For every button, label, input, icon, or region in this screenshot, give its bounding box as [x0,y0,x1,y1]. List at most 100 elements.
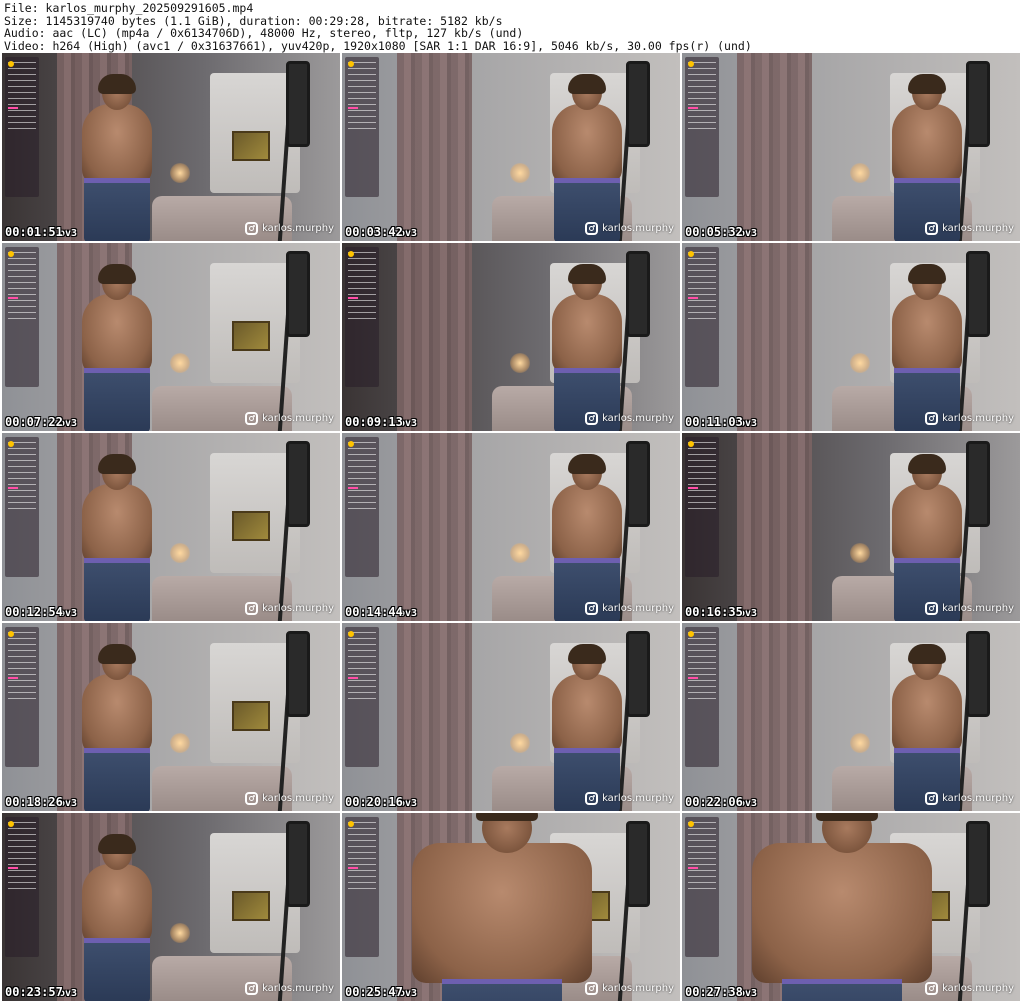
thumbnail-timestamp: 00:16:35 [685,605,743,619]
thumbnail-frame-image [342,243,680,431]
instagram-icon [245,412,259,425]
watermark-handle: karlos.murphy [942,603,1014,614]
person-figure [542,74,632,241]
thumbnail-frame-image [2,433,340,621]
instagram-icon [925,982,939,995]
watermark: karlos.murphy [245,792,334,805]
thumbnail-timestamp: 00:05:32 [685,225,743,239]
thumbnail-frame-image [682,623,1020,811]
thumbnail-timestamp: 00:20:16 [345,795,403,809]
person-figure [72,264,162,431]
person-figure [402,813,602,1001]
stream-overlay-panel [685,247,719,387]
watermark: karlos.murphy [585,602,674,615]
video-thumbnail: karlos.murphy ov3 00:09:13 [342,243,680,431]
thumbnail-timestamp: 00:23:57 [5,985,63,999]
thumbnail-timestamp: 00:18:26 [5,795,63,809]
watermark: karlos.murphy [585,412,674,425]
person-figure [882,264,972,431]
stream-overlay-panel [685,627,719,767]
instagram-icon [245,982,259,995]
video-thumbnail: karlos.murphy ov3 00:01:51 [2,53,340,241]
stream-overlay-panel [345,437,379,577]
watermark: karlos.murphy [925,792,1014,805]
watermark: karlos.murphy [925,222,1014,235]
instagram-icon [585,982,599,995]
stream-overlay-panel [5,247,39,387]
thumbnail-frame-image [342,623,680,811]
stream-overlay-panel [5,627,39,767]
video-thumbnail: karlos.murphy ov3 00:03:42 [342,53,680,241]
watermark-handle: karlos.murphy [602,413,674,424]
person-figure [72,74,162,241]
watermark-handle: karlos.murphy [942,223,1014,234]
thumbnail-frame-image [342,433,680,621]
thumbnail-timestamp: 00:22:06 [685,795,743,809]
thumbnail-frame-image [342,53,680,241]
video-thumbnail: karlos.murphy ov3 00:05:32 [682,53,1020,241]
thumbnail-timestamp: 00:01:51 [5,225,63,239]
stream-overlay-panel [345,247,379,387]
stream-overlay-panel [685,817,719,957]
instagram-icon [585,792,599,805]
thumbnail-timestamp: 00:27:38 [685,985,743,999]
video-thumbnail: karlos.murphy ov3 00:18:26 [2,623,340,811]
person-figure [882,74,972,241]
video-thumbnail: karlos.murphy ov3 00:12:54 [2,433,340,621]
stream-overlay-panel [685,437,719,577]
watermark-handle: karlos.murphy [262,413,334,424]
person-figure [882,644,972,811]
video-thumbnail: karlos.murphy ov3 00:22:06 [682,623,1020,811]
watermark-handle: karlos.murphy [942,793,1014,804]
thumbnail-frame-image [2,813,340,1001]
person-figure [72,454,162,621]
watermark: karlos.murphy [245,412,334,425]
media-info-header: File: karlos_murphy_202509291605.mp4 Siz… [0,0,1024,52]
stream-overlay-panel [345,57,379,197]
watermark: karlos.murphy [585,792,674,805]
thumbnail-timestamp: 00:11:03 [685,415,743,429]
instagram-icon [925,222,939,235]
stream-overlay-panel [345,817,379,957]
video-thumbnail: karlos.murphy ov3 00:16:35 [682,433,1020,621]
watermark: karlos.murphy [925,602,1014,615]
stream-overlay-panel [5,817,39,957]
instagram-icon [585,602,599,615]
watermark-handle: karlos.murphy [602,603,674,614]
video-thumbnail: karlos.murphy ov3 00:07:22 [2,243,340,431]
instagram-icon [245,602,259,615]
stream-overlay-panel [5,437,39,577]
instagram-icon [925,412,939,425]
watermark-handle: karlos.murphy [942,413,1014,424]
thumbnail-frame-image [682,813,1020,1001]
thumbnail-frame-image [2,623,340,811]
thumbnail-frame-image [2,53,340,241]
thumbnail-timestamp: 00:09:13 [345,415,403,429]
thumbnail-timestamp: 00:12:54 [5,605,63,619]
watermark-handle: karlos.murphy [262,603,334,614]
video-thumbnail: karlos.murphy ov3 00:11:03 [682,243,1020,431]
video-thumbnail: karlos.murphy ov3 00:25:47 [342,813,680,1001]
thumbnail-frame-image [342,813,680,1001]
watermark: karlos.murphy [585,982,674,995]
watermark-handle: karlos.murphy [262,983,334,994]
video-thumbnail: karlos.murphy ov3 00:14:44 [342,433,680,621]
thumbnail-frame-image [682,433,1020,621]
person-figure [72,644,162,811]
audio-info-line: Audio: aac (LC) (mp4a / 0x6134706D), 480… [4,26,524,40]
watermark: karlos.murphy [925,412,1014,425]
person-figure [742,813,942,1001]
watermark-handle: karlos.murphy [602,983,674,994]
video-thumbnail: karlos.murphy ov3 00:20:16 [342,623,680,811]
video-thumbnail: karlos.murphy ov3 00:27:38 [682,813,1020,1001]
thumbnail-frame-image [682,53,1020,241]
person-figure [542,264,632,431]
watermark: karlos.murphy [245,602,334,615]
thumbnail-timestamp: 00:03:42 [345,225,403,239]
instagram-icon [585,412,599,425]
thumbnail-grid: karlos.murphy ov3 00:01:51 karlos.murphy… [2,53,1020,1001]
thumbnail-timestamp: 00:25:47 [345,985,403,999]
video-thumbnail: karlos.murphy ov3 00:23:57 [2,813,340,1001]
thumbnail-frame-image [2,243,340,431]
file-name-line: File: karlos_murphy_202509291605.mp4 [4,1,254,15]
